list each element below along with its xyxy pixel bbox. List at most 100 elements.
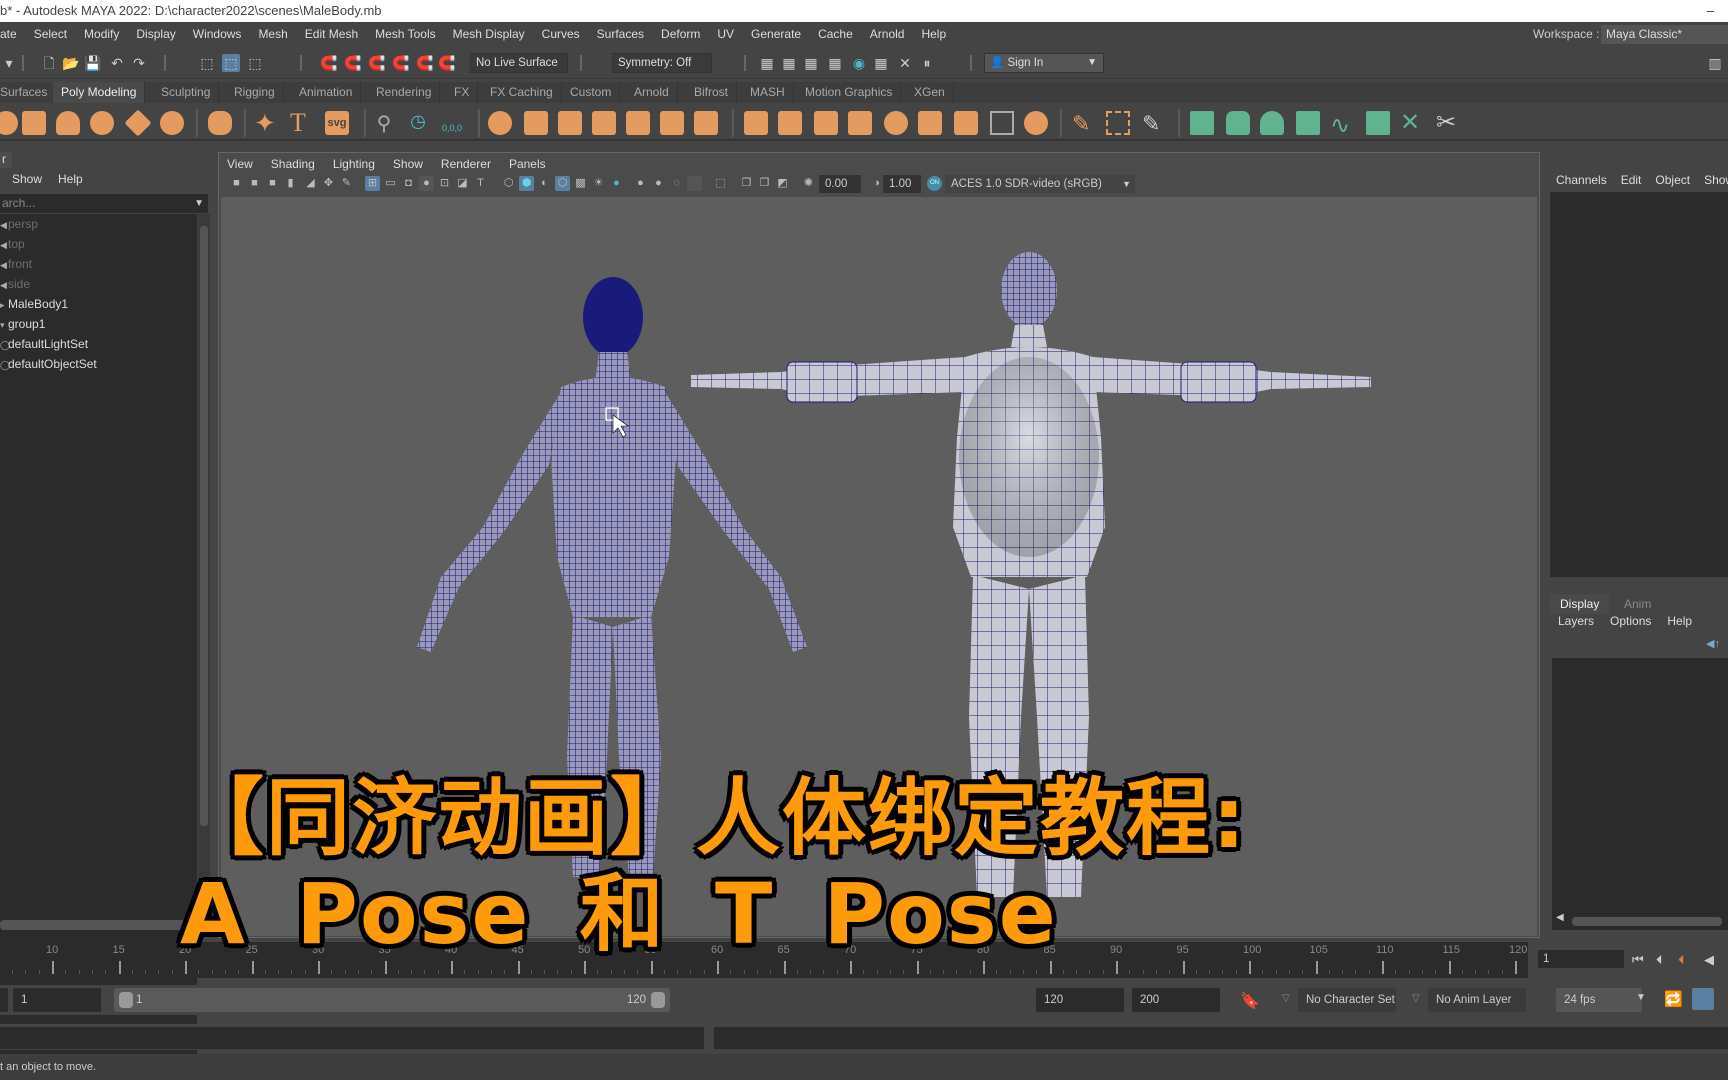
ipr-render-icon[interactable]: ▦ xyxy=(802,54,820,72)
fill-hole-icon[interactable] xyxy=(848,111,872,135)
exposure-icon[interactable]: ✺ xyxy=(801,176,816,191)
menu-create[interactable]: ate xyxy=(0,22,25,46)
spherical-mapping-icon[interactable] xyxy=(1260,111,1284,135)
viewport-menu-show[interactable]: Show xyxy=(393,155,423,173)
character-set-dropdown-icon[interactable]: ▽ xyxy=(1282,993,1290,1004)
viewport-menu-lighting[interactable]: Lighting xyxy=(333,155,375,173)
live-surface-field[interactable]: No Live Surface xyxy=(470,53,568,73)
anti-aliasing-icon[interactable]: ◌ xyxy=(669,176,684,191)
channel-menu-object[interactable]: Object xyxy=(1655,173,1690,187)
uv-toolkit-icon[interactable]: ✕ xyxy=(1400,111,1424,135)
poly-torus-icon[interactable] xyxy=(90,111,114,135)
outliner-tab[interactable]: r xyxy=(0,152,12,168)
cylindrical-mapping-icon[interactable] xyxy=(1226,111,1250,135)
bookmark-icon[interactable]: ▮ xyxy=(283,176,298,191)
mirror-icon[interactable] xyxy=(558,111,582,135)
bridge-icon[interactable] xyxy=(778,111,802,135)
smooth-icon[interactable] xyxy=(592,111,616,135)
render-frame-icon[interactable]: ▦ xyxy=(780,54,798,72)
shelf-tab-arnold[interactable]: Arnold xyxy=(626,82,678,103)
safe-action-icon[interactable]: ◪ xyxy=(455,176,470,191)
default-material-icon[interactable]: ◐ xyxy=(537,176,552,191)
use-all-lights-icon[interactable]: ☀ xyxy=(591,176,606,191)
channel-menu-channels[interactable]: Channels xyxy=(1556,173,1607,187)
poly-disc-icon[interactable] xyxy=(160,111,184,135)
select-camera-icon[interactable]: ■ xyxy=(229,176,244,191)
make-live-icon[interactable]: 🧲 xyxy=(438,54,456,72)
xray-joints-icon[interactable]: ❐ xyxy=(757,176,772,191)
layer-tab-anim[interactable]: Anim xyxy=(1614,594,1661,614)
range-start-handle[interactable] xyxy=(119,992,133,1008)
wireframe-on-shaded-icon[interactable]: ⬡ xyxy=(555,176,570,191)
menu-set-dropdown-icon[interactable]: ▾ xyxy=(0,54,18,72)
snap-curve-icon[interactable]: 🧲 xyxy=(344,54,362,72)
outliner-menu-show[interactable]: Show xyxy=(12,172,42,186)
fps-dropdown[interactable]: 24 fps xyxy=(1556,988,1642,1012)
2d-pan-zoom-icon[interactable]: ✥ xyxy=(321,176,336,191)
channel-menu-edit[interactable]: Edit xyxy=(1621,173,1642,187)
poly-plane-icon[interactable] xyxy=(124,109,152,137)
poly-type-icon[interactable]: T xyxy=(290,110,314,136)
hypershade-icon[interactable]: ◉ xyxy=(850,54,868,72)
outliner-item[interactable]: ◀persp xyxy=(0,214,197,234)
safe-title-icon[interactable]: T xyxy=(473,176,488,191)
anim-layer-dropdown-icon[interactable]: ▽ xyxy=(1412,993,1420,1004)
view-transform-dropdown[interactable]: ACES 1.0 SDR-video (sRGB) ▼ xyxy=(945,175,1135,193)
resolution-gate-icon[interactable]: ◘ xyxy=(401,176,416,191)
shelf-tab-fx-caching[interactable]: FX Caching xyxy=(482,82,562,103)
render-setup-icon[interactable]: ▦ xyxy=(872,54,890,72)
target-weld-icon[interactable] xyxy=(1024,111,1048,135)
platonic-solid-icon[interactable] xyxy=(208,111,232,135)
layer-menu-help[interactable]: Help xyxy=(1667,614,1692,628)
render-view-icon[interactable]: ▦ xyxy=(758,54,776,72)
exposure-field[interactable]: 0.00 xyxy=(819,175,861,193)
menu-deform[interactable]: Deform xyxy=(652,22,708,46)
outliner-item[interactable]: ▸ MaleBody1 xyxy=(0,294,197,314)
pivot-icon[interactable]: ⚲ xyxy=(372,111,396,135)
character-set-field[interactable]: No Character Set xyxy=(1298,988,1396,1012)
pause-viewport-icon[interactable]: ⏸ xyxy=(918,54,936,72)
slide-edge-icon[interactable]: ✎ xyxy=(1142,111,1166,136)
chevron-down-icon[interactable]: ▼ xyxy=(194,194,204,213)
super-shape-icon[interactable]: ✦ xyxy=(254,110,278,136)
anim-layer-field[interactable]: No Anim Layer xyxy=(1428,988,1526,1012)
scroll-left-icon[interactable]: ◀ xyxy=(1556,912,1564,923)
layer-list[interactable] xyxy=(1552,658,1728,930)
shelf-tab-poly-modeling[interactable]: Poly Modeling xyxy=(53,82,146,103)
a-pose-character[interactable] xyxy=(417,277,807,877)
new-layer-icon[interactable]: ◀↑ xyxy=(1706,637,1720,650)
snap-grid-icon[interactable]: 🧲 xyxy=(320,54,338,72)
auto-key-icon[interactable]: 🔖 xyxy=(1240,991,1260,1011)
menu-windows[interactable]: Windows xyxy=(184,22,250,46)
field-chart-icon[interactable]: ⊡ xyxy=(437,176,452,191)
chevron-down-icon[interactable]: ▼ xyxy=(1636,992,1646,1003)
playback-end-field[interactable]: 120 xyxy=(1036,988,1124,1012)
animation-start-field[interactable]: 1 xyxy=(13,988,101,1012)
snap-projected-icon[interactable]: 🧲 xyxy=(392,54,410,72)
menu-arnold[interactable]: Arnold xyxy=(861,22,913,46)
grid-icon[interactable]: ⊞ xyxy=(365,176,380,191)
shelf-tab-rigging[interactable]: Rigging xyxy=(226,82,284,103)
reduce-icon[interactable] xyxy=(626,111,650,135)
workspace-select[interactable]: Maya Classic* xyxy=(1601,25,1728,44)
quad-draw-icon[interactable]: ✎ xyxy=(1072,111,1096,136)
shelf-tab-custom[interactable]: Custom xyxy=(562,82,621,103)
outliner-item[interactable]: ◯defaultLightSet xyxy=(0,334,197,354)
shelf-tab-mash[interactable]: MASH xyxy=(742,82,794,103)
search-input[interactable]: arch... xyxy=(2,196,35,210)
separate-icon[interactable] xyxy=(524,111,548,135)
step-back-key-icon[interactable]: ⏴ xyxy=(1678,952,1685,968)
multi-cut-icon[interactable] xyxy=(990,111,1014,135)
new-scene-icon[interactable]: 🗋 xyxy=(40,54,58,72)
outliner-search[interactable]: arch... ▼ xyxy=(0,194,208,213)
shelf-tab-animation[interactable]: Animation xyxy=(291,82,362,103)
menu-select[interactable]: Select xyxy=(25,22,75,46)
menu-edit-mesh[interactable]: Edit Mesh xyxy=(296,22,366,46)
range-slider[interactable]: 1 120 xyxy=(114,988,670,1012)
menu-curves[interactable]: Curves xyxy=(533,22,588,46)
menu-uv[interactable]: UV xyxy=(708,22,742,46)
extrude-icon[interactable] xyxy=(744,111,768,135)
layer-horizontal-scrollbar[interactable] xyxy=(1572,917,1722,926)
redo-icon[interactable]: ↷ xyxy=(130,54,148,72)
menu-surfaces[interactable]: Surfaces xyxy=(588,22,652,46)
